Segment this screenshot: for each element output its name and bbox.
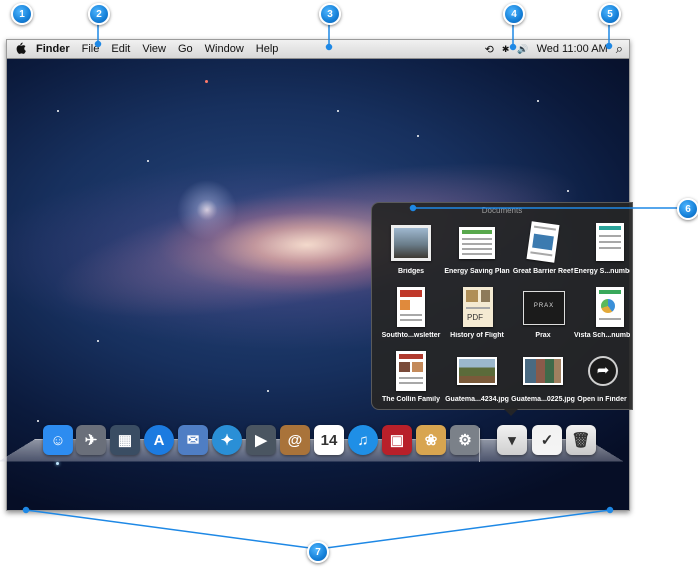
- callout-badge-6: 6: [677, 198, 698, 220]
- callout-line-7b: [325, 509, 611, 549]
- callout-line-7a: [25, 509, 311, 549]
- callout-badge-4: 4: [503, 3, 525, 25]
- callout-dot-5: [605, 42, 613, 50]
- callout-dot-3: [325, 43, 333, 51]
- callout-badge-3: 3: [319, 3, 341, 25]
- callout-badge-7: 7: [307, 541, 329, 563]
- callout-dot-6: [409, 204, 417, 212]
- callout-lines: [22, 22, 678, 549]
- callout-badge-2: 2: [88, 3, 110, 25]
- callout-dot-7b: [606, 506, 614, 514]
- callout-dot-2: [94, 40, 102, 48]
- callout-badge-5: 5: [599, 3, 621, 25]
- callout-badge-1: 1: [11, 3, 33, 25]
- callout-dot-7a: [22, 506, 30, 514]
- callout-dot-4: [509, 43, 517, 51]
